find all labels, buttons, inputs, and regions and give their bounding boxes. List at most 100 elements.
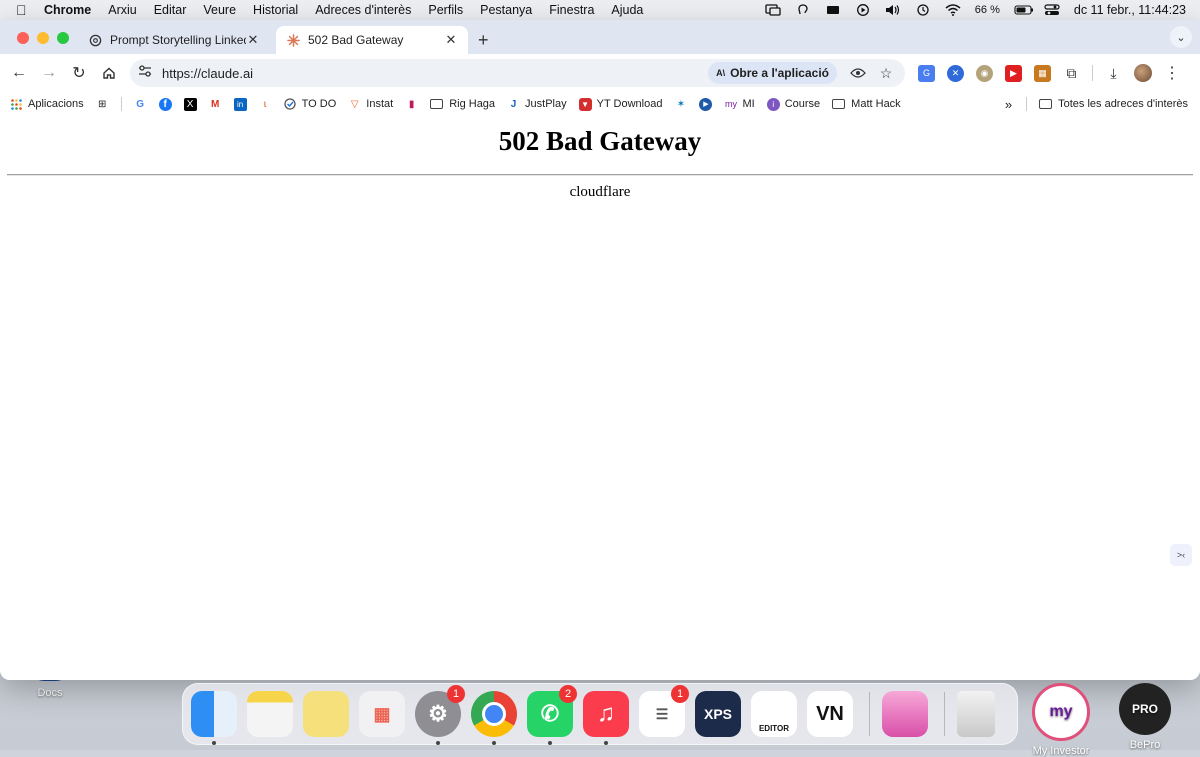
dock-editor[interactable]: EDITOR	[751, 691, 797, 737]
bookmark-yt-download[interactable]: ▼ YT Download	[578, 97, 662, 111]
url-text[interactable]: https://claude.ai	[162, 66, 708, 81]
hearing-icon[interactable]	[795, 4, 811, 16]
orange-extension-icon[interactable]: ▦	[1034, 64, 1051, 82]
time-machine-icon[interactable]	[915, 4, 931, 16]
more-bookmarks-chevron-icon[interactable]: »	[1005, 97, 1012, 112]
close-window-button[interactable]	[17, 32, 29, 44]
dock-system-settings[interactable]: ⚙ 1	[415, 685, 465, 745]
dock-separator	[944, 692, 945, 736]
zoom-window-button[interactable]	[57, 32, 69, 44]
desktop-icon-my-investor[interactable]: my My Investor	[1030, 683, 1092, 757]
bookmark-figure[interactable]: ɩ	[259, 98, 272, 111]
facebook-icon: f	[158, 97, 172, 111]
control-center-icon[interactable]	[1044, 4, 1060, 16]
dock-separator	[869, 692, 870, 736]
dock-xps[interactable]: XPS	[695, 691, 741, 737]
divider	[7, 174, 1193, 176]
bookmark-instat[interactable]: ▽ Instat	[348, 98, 393, 111]
play-icon[interactable]	[855, 4, 871, 16]
eye-icon[interactable]	[849, 64, 867, 82]
dock-trash[interactable]	[957, 691, 995, 737]
dock-launchpad[interactable]: ▦	[359, 691, 405, 737]
desktop-icon-bepro[interactable]: PRO BePro	[1114, 683, 1176, 757]
bookmark-play[interactable]: ▶	[699, 97, 713, 111]
tab-search-chevron-icon[interactable]: ⌄	[1170, 26, 1192, 48]
wifi-icon[interactable]	[945, 4, 961, 16]
bookmark-justplay[interactable]: J JustPlay	[507, 98, 567, 111]
dock-notes[interactable]	[247, 691, 293, 737]
tab-prompt-storytelling[interactable]: Prompt Storytelling LinkedIn ✕	[78, 26, 270, 54]
dock-vn[interactable]: VN	[807, 691, 853, 737]
profile-avatar[interactable]	[1134, 64, 1152, 82]
open-in-app-button[interactable]: A\ Obre a l'aplicació	[708, 62, 837, 84]
apple-icon[interactable]: 	[16, 2, 30, 18]
bookmark-course[interactable]: i Course	[766, 97, 820, 111]
menu-pestanya[interactable]: Pestanya	[480, 3, 532, 17]
menu-historial[interactable]: Historial	[253, 3, 298, 17]
bookmark-rig-haga[interactable]: Rig Haga	[430, 98, 495, 110]
menu-arxiu[interactable]: Arxiu	[108, 3, 136, 17]
dock-reminders[interactable]: ☰ 1	[639, 685, 689, 737]
screen-mirroring-icon[interactable]	[765, 4, 781, 16]
bookmark-separator	[120, 97, 122, 111]
bookmark-matt-hack[interactable]: Matt Hack	[832, 98, 901, 110]
bookmark-grid[interactable]: ⊞	[96, 98, 109, 111]
dock-cleanmymac[interactable]	[882, 691, 928, 737]
forward-button[interactable]: →	[38, 62, 60, 84]
bookmark-label: Instat	[366, 98, 394, 110]
menu-perfils[interactable]: Perfils	[428, 3, 463, 17]
more-menu-icon[interactable]: ⋮	[1164, 63, 1180, 83]
tab-502-bad-gateway[interactable]: 502 Bad Gateway ✕	[276, 26, 468, 54]
puzzle-extensions-icon[interactable]: ⧉	[1063, 65, 1080, 82]
home-button[interactable]	[98, 62, 120, 84]
dock-chrome[interactable]	[471, 691, 517, 745]
menubar-datetime[interactable]: dc 11 febr., 11:44:23	[1074, 3, 1186, 17]
close-tab-icon[interactable]: ✕	[444, 32, 458, 48]
bookmark-mi[interactable]: my MI	[724, 98, 755, 111]
dock-music[interactable]: ♫	[583, 691, 629, 745]
translate-extension-icon[interactable]: G	[918, 64, 935, 82]
dock-finder[interactable]	[191, 691, 237, 745]
reload-button[interactable]: ↻	[68, 62, 90, 84]
dock-stickies[interactable]	[303, 691, 349, 737]
menu-ajuda[interactable]: Ajuda	[611, 3, 643, 17]
download-icon[interactable]: ⤓	[1105, 65, 1122, 82]
folder-icon	[1039, 99, 1053, 109]
site-settings-icon[interactable]	[138, 64, 154, 82]
address-bar[interactable]: https://claude.ai A\ Obre a l'aplicació …	[130, 59, 905, 87]
blue-extension-icon[interactable]: ✕	[947, 64, 964, 82]
tab-title: 502 Bad Gateway	[308, 33, 404, 47]
bookmark-x[interactable]: X	[183, 97, 197, 111]
bookmark-tag[interactable]: ▮	[405, 98, 418, 111]
eye-extension-icon[interactable]: ◉	[976, 64, 993, 82]
menu-app-name[interactable]: Chrome	[44, 3, 91, 17]
bepro-icon: PRO	[1119, 683, 1171, 735]
back-button[interactable]: ←	[8, 62, 30, 84]
side-panel-icon[interactable]: >‹	[1170, 544, 1192, 566]
figure-icon: ɩ	[264, 98, 267, 110]
youtube-extension-icon[interactable]: ▶	[1005, 64, 1022, 82]
bookmark-google[interactable]: G	[134, 98, 147, 111]
new-tab-button[interactable]: +	[478, 30, 489, 51]
bookmark-facebook[interactable]: f	[158, 97, 172, 111]
menu-adreces[interactable]: Adreces d'interès	[315, 3, 411, 17]
volume-icon[interactable]	[885, 4, 901, 16]
google-icon: G	[136, 98, 145, 110]
minimize-window-button[interactable]	[37, 32, 49, 44]
tab-title: Prompt Storytelling LinkedIn	[110, 33, 246, 47]
bookmark-aplicacions[interactable]: Aplicacions	[10, 98, 84, 111]
close-tab-icon[interactable]: ✕	[246, 32, 260, 48]
dock-whatsapp[interactable]: ✆ 2	[527, 685, 577, 745]
notification-badge: 1	[447, 685, 465, 703]
battery-icon[interactable]	[1014, 4, 1033, 16]
bookmark-all[interactable]: Totes les adreces d'interès	[1039, 98, 1188, 110]
bookmark-caixabank[interactable]: ✶	[674, 98, 687, 111]
drive-sync-icon[interactable]	[825, 4, 841, 16]
bookmark-linkedin[interactable]: in	[233, 97, 247, 111]
menu-editar[interactable]: Editar	[154, 3, 187, 17]
bookmark-todo[interactable]: TO DO	[284, 98, 336, 111]
bookmark-gmail[interactable]: M	[209, 98, 222, 111]
bookmark-star-icon[interactable]: ☆	[877, 64, 895, 82]
menu-veure[interactable]: Veure	[203, 3, 236, 17]
menu-finestra[interactable]: Finestra	[549, 3, 594, 17]
